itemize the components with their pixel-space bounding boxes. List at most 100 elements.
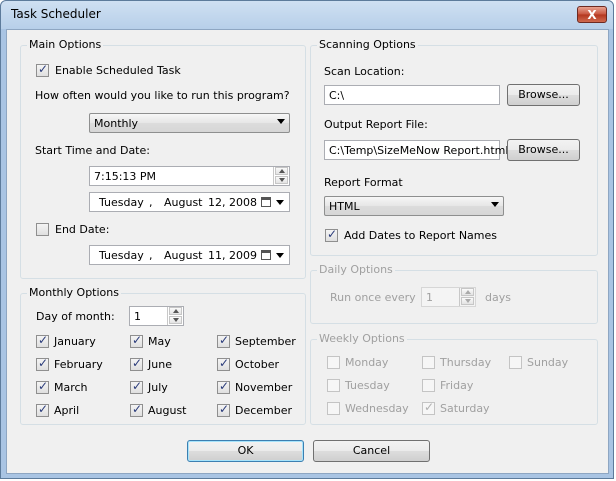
calendar-icon[interactable] bbox=[261, 197, 271, 207]
monthly-options-group: Monthly Options Day of month: 1 ✓ Januar… bbox=[20, 286, 306, 425]
enable-scheduled-task-checkbox[interactable]: ✓ bbox=[36, 62, 49, 77]
end-date-picker[interactable]: Tuesday , August 11, 2009 bbox=[89, 245, 290, 265]
month-label-october[interactable]: October bbox=[235, 358, 279, 371]
weekday-checkbox-saturday[interactable]: ✓ bbox=[422, 400, 435, 415]
calendar-icon[interactable] bbox=[261, 250, 271, 260]
spin-up-icon[interactable] bbox=[275, 167, 288, 175]
weekday-label-sunday[interactable]: Sunday bbox=[527, 356, 568, 369]
start-time-spinner[interactable] bbox=[273, 167, 289, 185]
start-time-date-label: Start Time and Date: bbox=[35, 144, 150, 157]
check-icon: ✓ bbox=[132, 402, 143, 416]
weekday-label-tuesday[interactable]: Tuesday bbox=[345, 379, 390, 392]
output-report-input[interactable]: C:\Temp\SizeMeNow Report.html bbox=[324, 140, 508, 160]
weekly-options-title: Weekly Options bbox=[317, 332, 407, 345]
weekday-checkbox-thursday[interactable] bbox=[422, 356, 435, 369]
frequency-dropdown[interactable]: Monthly bbox=[89, 113, 290, 133]
spin-down-icon[interactable] bbox=[275, 176, 288, 184]
month-checkbox-december[interactable]: ✓ bbox=[217, 402, 230, 417]
weekly-options-group: Weekly Options Monday Tuesday Wednesday … bbox=[310, 332, 598, 425]
weekday-label-wednesday[interactable]: Wednesday bbox=[345, 402, 409, 415]
month-label-july[interactable]: July bbox=[148, 381, 168, 394]
month-label-january[interactable]: January bbox=[54, 335, 96, 348]
check-icon: ✓ bbox=[132, 356, 143, 370]
end-date-label[interactable]: End Date: bbox=[55, 223, 109, 236]
end-date-weekday: Tuesday bbox=[99, 249, 144, 262]
weekday-checkbox-tuesday[interactable] bbox=[327, 379, 340, 392]
month-label-march[interactable]: March bbox=[54, 381, 88, 394]
scan-location-input[interactable]: C:\ bbox=[324, 85, 500, 105]
end-date-day-year: 11, 2009 bbox=[208, 249, 257, 262]
chevron-down-icon[interactable] bbox=[276, 253, 284, 258]
month-label-may[interactable]: May bbox=[148, 335, 171, 348]
month-checkbox-september[interactable]: ✓ bbox=[217, 333, 230, 348]
month-checkbox-july[interactable]: ✓ bbox=[130, 379, 143, 394]
month-checkbox-april[interactable]: ✓ bbox=[36, 402, 49, 417]
add-dates-label[interactable]: Add Dates to Report Names bbox=[344, 229, 497, 242]
month-checkbox-june[interactable]: ✓ bbox=[130, 356, 143, 371]
scanning-options-group: Scanning Options Scan Location: C:\ Brow… bbox=[310, 38, 598, 256]
month-label-june[interactable]: June bbox=[148, 358, 172, 371]
chevron-down-icon bbox=[277, 119, 285, 124]
check-icon: ✓ bbox=[38, 379, 49, 393]
add-dates-checkbox[interactable]: ✓ bbox=[325, 227, 338, 242]
weekday-label-monday[interactable]: Monday bbox=[345, 356, 388, 369]
month-label-february[interactable]: February bbox=[54, 358, 103, 371]
output-report-browse-button[interactable]: Browse... bbox=[507, 139, 580, 161]
check-icon: ✓ bbox=[38, 356, 49, 370]
month-label-november[interactable]: November bbox=[235, 381, 292, 394]
task-scheduler-window: Task Scheduler X Main Options ✓ Enable S… bbox=[0, 0, 614, 479]
weekday-label-saturday[interactable]: Saturday bbox=[440, 402, 490, 415]
scan-location-value: C:\ bbox=[329, 89, 345, 102]
weekday-label-friday[interactable]: Friday bbox=[440, 379, 473, 392]
spin-up-icon[interactable] bbox=[169, 307, 182, 315]
scan-location-browse-button[interactable]: Browse... bbox=[507, 84, 580, 106]
output-report-label: Output Report File: bbox=[324, 118, 428, 131]
month-checkbox-january[interactable]: ✓ bbox=[36, 333, 49, 348]
start-time-field[interactable]: 7:15:13 PM bbox=[89, 166, 290, 186]
weekday-checkbox-friday[interactable] bbox=[422, 379, 435, 392]
month-label-august[interactable]: August bbox=[148, 404, 187, 417]
month-checkbox-august[interactable]: ✓ bbox=[130, 402, 143, 417]
month-label-december[interactable]: December bbox=[235, 404, 292, 417]
days-label: days bbox=[485, 291, 511, 304]
weekday-checkbox-sunday[interactable] bbox=[509, 356, 522, 369]
cancel-button-label: Cancel bbox=[352, 444, 391, 457]
weekday-label-thursday[interactable]: Thursday bbox=[440, 356, 491, 369]
cancel-button[interactable]: Cancel bbox=[313, 440, 430, 462]
browse-button-label: Browse... bbox=[518, 88, 569, 101]
day-of-month-spinner[interactable] bbox=[167, 307, 183, 325]
check-icon: ✓ bbox=[38, 62, 49, 76]
month-checkbox-november[interactable]: ✓ bbox=[217, 379, 230, 394]
enable-scheduled-task-label[interactable]: Enable Scheduled Task bbox=[55, 64, 181, 77]
ok-button[interactable]: OK bbox=[187, 440, 304, 462]
month-checkbox-february[interactable]: ✓ bbox=[36, 356, 49, 371]
start-date-picker[interactable]: Tuesday , August 12, 2008 bbox=[89, 192, 290, 212]
chevron-down-icon[interactable] bbox=[276, 200, 284, 205]
daily-interval-input[interactable]: 1 bbox=[421, 287, 476, 307]
browse-button-label: Browse... bbox=[518, 143, 569, 156]
spin-down-icon[interactable] bbox=[461, 297, 474, 305]
check-icon: ✓ bbox=[219, 333, 230, 347]
month-checkbox-october[interactable]: ✓ bbox=[217, 356, 230, 371]
start-date-weekday: Tuesday bbox=[99, 196, 144, 209]
month-checkbox-may[interactable]: ✓ bbox=[130, 333, 143, 348]
day-of-month-input[interactable]: 1 bbox=[129, 306, 184, 326]
spin-up-icon[interactable] bbox=[461, 288, 474, 296]
report-format-dropdown[interactable]: HTML bbox=[324, 196, 504, 216]
close-button[interactable]: X bbox=[577, 6, 607, 23]
month-label-april[interactable]: April bbox=[54, 404, 79, 417]
check-icon: ✓ bbox=[219, 402, 230, 416]
report-format-label: Report Format bbox=[324, 176, 403, 189]
daily-options-group: Daily Options Run once every 1 days bbox=[310, 263, 598, 324]
daily-interval-spinner[interactable] bbox=[459, 288, 475, 306]
start-time-value: 7:15:13 PM bbox=[94, 170, 157, 183]
month-checkbox-march[interactable]: ✓ bbox=[36, 379, 49, 394]
spin-down-icon[interactable] bbox=[169, 316, 182, 324]
title-bar[interactable]: Task Scheduler X bbox=[1, 1, 613, 29]
month-label-september[interactable]: September bbox=[235, 335, 296, 348]
weekday-checkbox-wednesday[interactable] bbox=[327, 402, 340, 415]
day-of-month-value: 1 bbox=[134, 310, 141, 323]
end-date-checkbox[interactable] bbox=[36, 223, 49, 236]
weekday-checkbox-monday[interactable] bbox=[327, 356, 340, 369]
frequency-question: How often would you like to run this pro… bbox=[35, 89, 290, 102]
